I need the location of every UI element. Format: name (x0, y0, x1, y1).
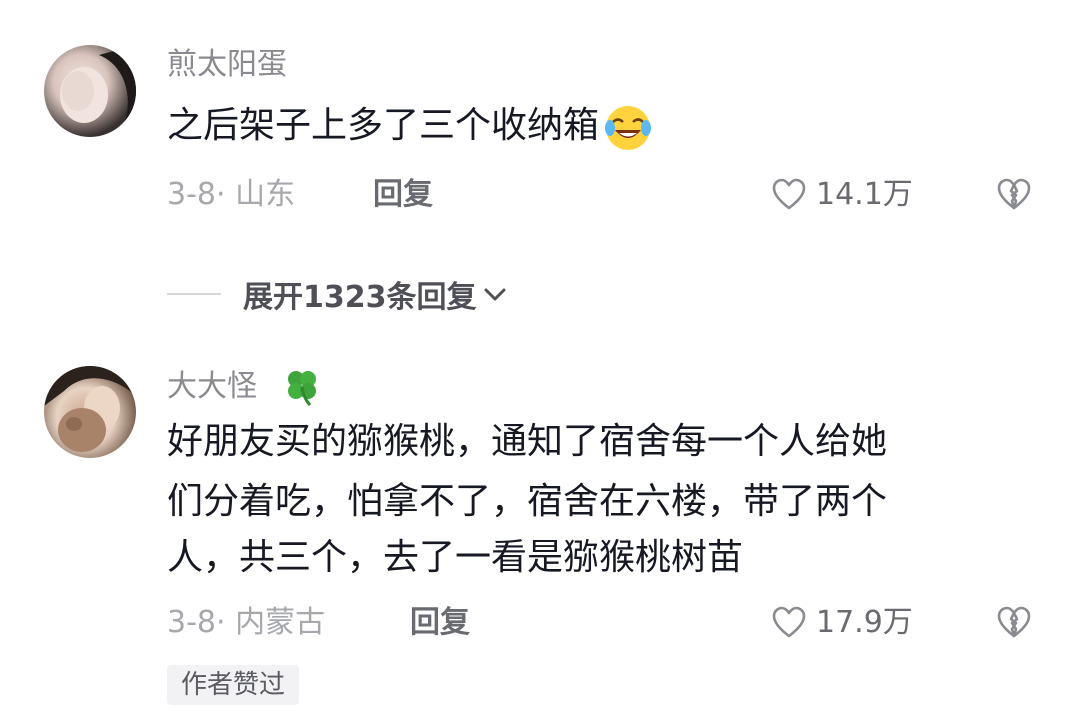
comment-username[interactable]: 大大怪 (167, 367, 257, 407)
like-count: 17.9万 (816, 605, 913, 640)
broken-heart-icon[interactable] (996, 177, 1032, 213)
like-count: 14.1万 (816, 177, 913, 212)
comment-meta: 3-8· 内蒙古 (167, 603, 325, 643)
chevron-down-icon (484, 288, 505, 301)
comment-text-line: 人，共三个，去了一看是猕猴桃树苗 (167, 537, 744, 578)
four-leaf-clover-icon (288, 371, 316, 407)
reply-button[interactable]: 回复 (373, 175, 433, 215)
reply-button[interactable]: 回复 (410, 603, 470, 643)
author-liked-badge: 作者赞过 (167, 665, 300, 705)
heart-icon[interactable] (771, 605, 807, 641)
comment-username-text: 大大怪 (167, 369, 257, 404)
comment-text-line: 好朋友买的猕猴桃，通知了宿舍每一个人给她 (167, 421, 888, 462)
divider-line (167, 293, 221, 295)
expand-replies[interactable]: 展开1323条回复 (167, 272, 509, 316)
comment-meta: 3-8· 山东 (167, 175, 295, 215)
comment-date: 3-8 (167, 177, 216, 212)
comment-date: 3-8 (167, 605, 216, 640)
comment-location: · 山东 (216, 177, 296, 212)
comment-text-body: 之后架子上多了三个收纳箱 (167, 105, 600, 146)
comment-text-line: 们分着吃，怕拿不了，宿舍在六楼，带了两个 (167, 481, 888, 522)
avatar[interactable] (44, 45, 136, 137)
comment-location: · 内蒙古 (216, 605, 326, 640)
comment-username[interactable]: 煎太阳蛋 (167, 45, 287, 85)
broken-heart-icon[interactable] (996, 605, 1032, 641)
heart-icon[interactable] (771, 177, 807, 213)
avatar[interactable] (44, 366, 136, 458)
laughing-crying-emoji-icon (605, 106, 652, 150)
comment-text: 之后架子上多了三个收纳箱 (167, 98, 1037, 154)
expand-replies-label: 展开1323条回复 (243, 280, 477, 315)
